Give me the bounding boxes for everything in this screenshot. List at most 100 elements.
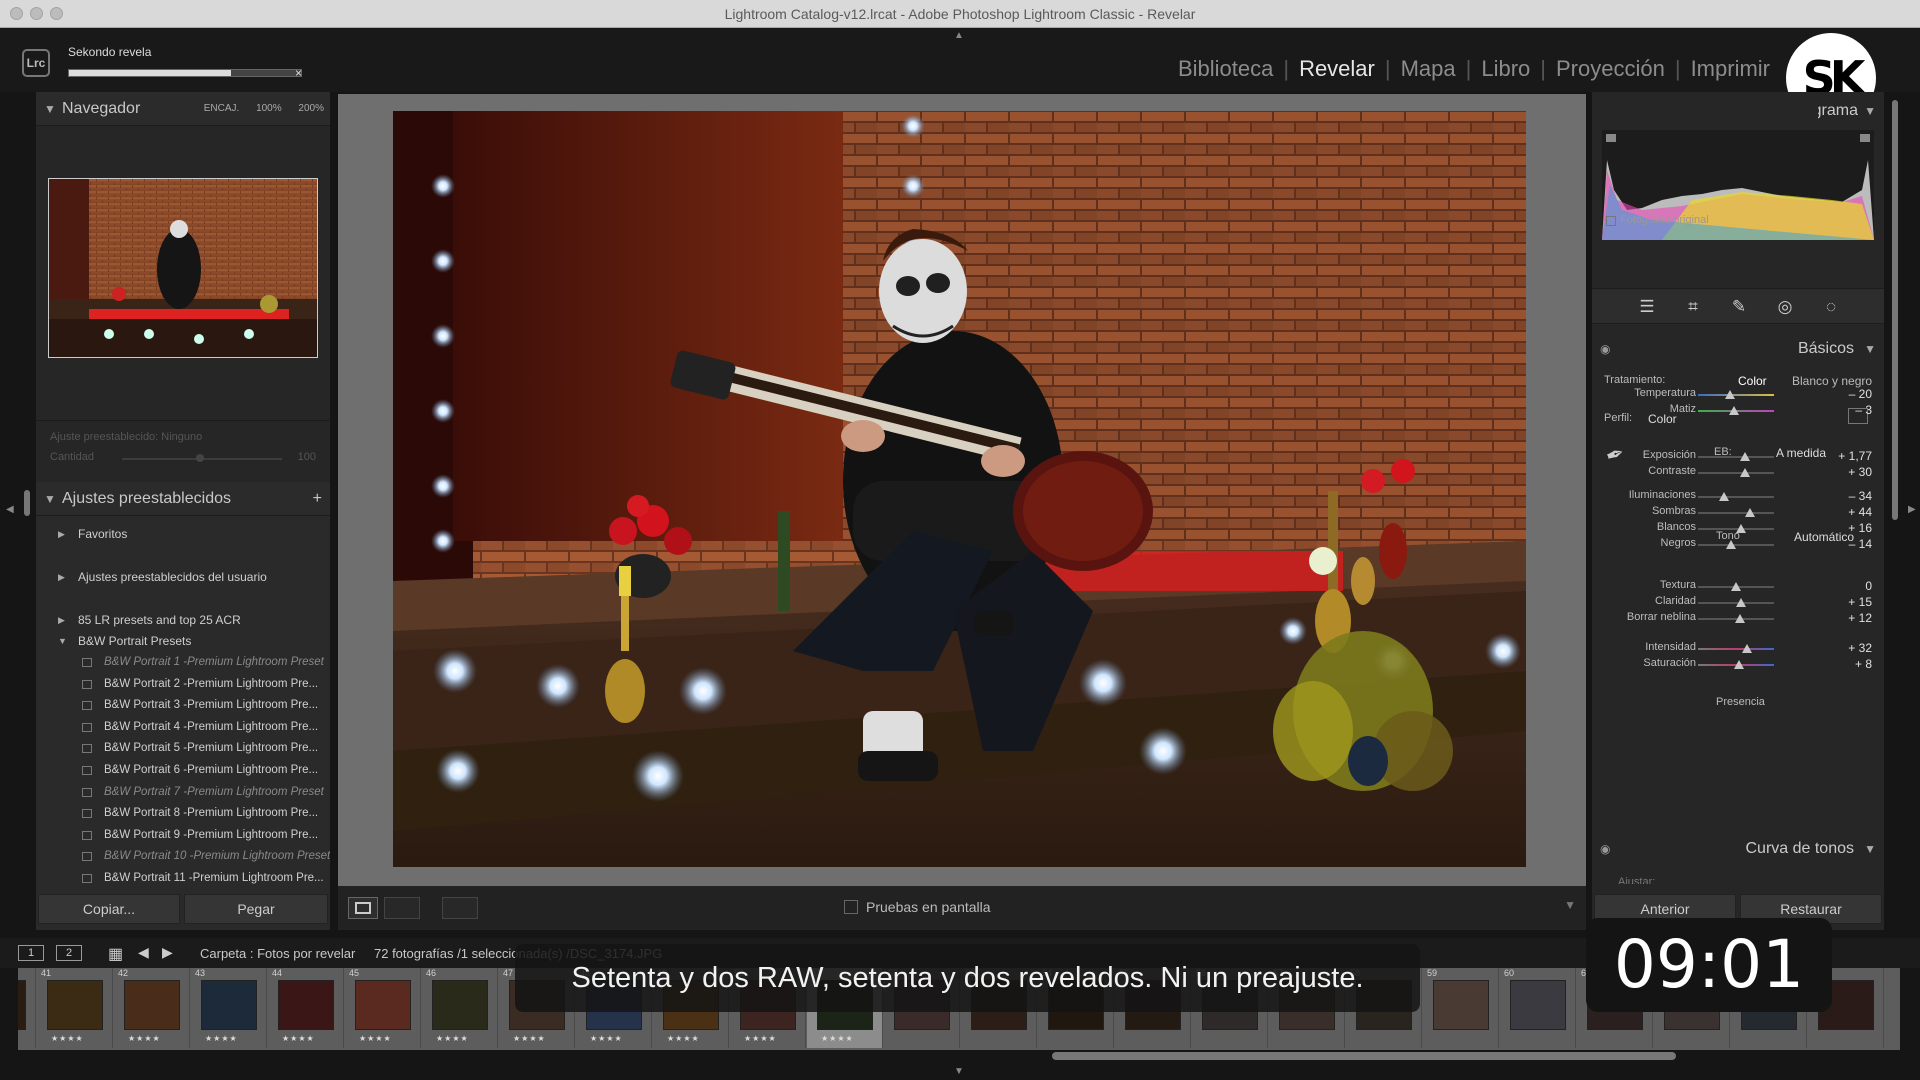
module-tab[interactable]: Imprimir (1681, 56, 1780, 82)
preset-item[interactable]: B&W Portrait 4 -Premium Lightroom Pre... (36, 717, 330, 739)
slider-value[interactable]: + 30 (1822, 465, 1872, 479)
slider-value[interactable]: + 12 (1822, 611, 1872, 625)
zoom-100-option[interactable]: 100% (256, 103, 282, 114)
slider-thumb[interactable] (1734, 614, 1745, 623)
filmstrip-cell[interactable]: 60 (1500, 968, 1576, 1048)
soft-proof-checkbox[interactable] (844, 900, 858, 914)
slider-thumb[interactable] (1726, 540, 1737, 549)
toolbar-menu-icon[interactable]: ▼ (1564, 898, 1576, 912)
slider-thumb[interactable] (1736, 524, 1747, 533)
filmstrip-cell[interactable]: 42 ★★★★ (114, 968, 190, 1048)
filmstrip-cell[interactable]: 41 ★★★★ (37, 968, 113, 1048)
collapse-triangle-icon[interactable]: ▼ (1864, 104, 1876, 118)
module-tab[interactable]: Mapa (1391, 56, 1466, 82)
slider-thumb[interactable] (1740, 452, 1751, 461)
slider-value[interactable]: – 14 (1822, 537, 1872, 551)
healing-icon[interactable]: ✎ (1728, 297, 1750, 317)
slider-value[interactable]: + 44 (1822, 505, 1872, 519)
paste-button[interactable]: Pegar (184, 894, 328, 924)
basics-header[interactable]: ◉ Básicos ▼ (1592, 336, 1884, 362)
eye-icon[interactable]: ◉ (1600, 336, 1610, 362)
module-tab[interactable]: Libro (1471, 56, 1540, 82)
filmstrip-thumbnail[interactable] (1510, 980, 1566, 1030)
navigator-header[interactable]: ▼ Navegador ENCAJ. 100% 200% (36, 92, 330, 126)
original-photo-checkbox[interactable] (1606, 216, 1616, 226)
wb-dropdown[interactable]: A medida (1776, 446, 1826, 460)
right-panel-toggle-icon[interactable]: ▶ (1908, 504, 1916, 515)
presets-header[interactable]: ▼ Ajustes preestablecidos + (36, 482, 330, 516)
loupe-view-button[interactable] (348, 897, 378, 919)
treatment-bw-option[interactable]: Blanco y negro (1792, 374, 1872, 388)
slider-value[interactable]: + 16 (1822, 521, 1872, 535)
slider-track[interactable] (1698, 648, 1774, 650)
filmstrip-thumbnail[interactable] (355, 980, 411, 1030)
slider-thumb[interactable] (1736, 598, 1747, 607)
slider-thumb[interactable] (1741, 644, 1752, 653)
tone-curve-header[interactable]: ◉ Curva de tonos ▼ (1592, 836, 1884, 862)
slider-value[interactable]: + 15 (1822, 595, 1872, 609)
zoom-200-option[interactable]: 200% (298, 103, 324, 114)
left-panel-toggle-icon[interactable]: ◀ (6, 504, 14, 515)
slider-thumb[interactable] (1740, 468, 1751, 477)
filmstrip-thumbnail[interactable] (201, 980, 257, 1030)
filmstrip-cell[interactable]: 59 (1423, 968, 1499, 1048)
before-after-split-button[interactable] (442, 897, 478, 919)
preset-item[interactable]: B&W Portrait 3 -Premium Lightroom Pre... (36, 695, 330, 717)
eye-icon[interactable]: ◉ (1600, 836, 1610, 862)
collapse-triangle-icon[interactable]: ▼ (1864, 336, 1876, 362)
preset-item[interactable]: B&W Portrait 8 -Premium Lightroom Pre... (36, 803, 330, 825)
slider-value[interactable]: – 3 (1822, 403, 1872, 417)
filmstrip-cell[interactable]: 45 ★★★★ (345, 968, 421, 1048)
slider-thumb[interactable] (1744, 508, 1755, 517)
preset-item[interactable]: B&W Portrait 5 -Premium Lightroom Pre... (36, 738, 330, 760)
collapse-triangle-icon[interactable]: ▼ (44, 482, 56, 516)
edit-sliders-icon[interactable]: ☰ (1636, 297, 1658, 317)
preset-group-bw-portrait[interactable]: ▼ B&W Portrait Presets (36, 631, 330, 652)
slider-value[interactable]: + 8 (1822, 657, 1872, 671)
top-panel-toggle-icon[interactable]: ▲ (954, 30, 964, 41)
filmstrip-thumbnail[interactable] (432, 980, 488, 1030)
filmstrip-cell[interactable]: 46 ★★★★ (422, 968, 498, 1048)
red-eye-icon[interactable]: ◎ (1774, 297, 1796, 317)
preset-item[interactable]: B&W Portrait 7 -Premium Lightroom Preset (36, 782, 330, 804)
amount-slider-thumb[interactable] (196, 454, 204, 462)
filmstrip-cell[interactable]: 43 ★★★★ (191, 968, 267, 1048)
main-window-button[interactable]: 1 (18, 945, 44, 961)
slider-track[interactable] (1698, 394, 1774, 396)
module-tab[interactable]: Biblioteca (1168, 56, 1283, 82)
before-after-button[interactable] (384, 897, 420, 919)
slider-thumb[interactable] (1734, 660, 1745, 669)
preset-item[interactable]: B&W Portrait 1 -Premium Lightroom Preset (36, 652, 330, 674)
masking-icon[interactable]: ◌ (1820, 297, 1842, 317)
left-panel-scrollbar[interactable] (24, 490, 30, 516)
slider-value[interactable]: + 1,77 (1822, 449, 1872, 463)
copy-button[interactable]: Copiar... (38, 894, 180, 924)
filmstrip-thumbnail[interactable] (47, 980, 103, 1030)
filmstrip-cell[interactable] (18, 968, 36, 1048)
filmstrip-thumbnail[interactable] (278, 980, 334, 1030)
preset-item[interactable]: B&W Portrait 6 -Premium Lightroom Pre... (36, 760, 330, 782)
preset-group-85lr[interactable]: ▶ 85 LR presets and top 25 ACR (36, 610, 330, 631)
preset-group-favorites[interactable]: ▶ Favoritos (36, 524, 330, 545)
main-photo[interactable] (393, 111, 1526, 867)
add-preset-icon[interactable]: + (313, 482, 322, 516)
back-arrow-icon[interactable]: ◀ (138, 944, 149, 961)
navigator-preview[interactable] (48, 178, 318, 358)
bottom-panel-toggle-icon[interactable]: ▼ (954, 1066, 964, 1077)
preset-item[interactable]: B&W Portrait 9 -Premium Lightroom Pre... (36, 825, 330, 847)
module-tab[interactable]: Proyección (1546, 56, 1675, 82)
slider-value[interactable]: – 20 (1822, 387, 1872, 401)
folder-path[interactable]: Carpeta : Fotos por revelar (200, 946, 355, 961)
preset-item[interactable]: B&W Portrait 11 -Premium Lightroom Pre..… (36, 868, 330, 890)
filmstrip-cell[interactable]: 44 ★★★★ (268, 968, 344, 1048)
slider-value[interactable]: 0 (1822, 579, 1872, 593)
slider-thumb[interactable] (1729, 406, 1740, 415)
slider-thumb[interactable] (1724, 390, 1735, 399)
zoom-fit-option[interactable]: ENCAJ. (204, 103, 240, 114)
filmstrip-scrollbar[interactable] (1052, 1052, 1676, 1060)
collapse-triangle-icon[interactable]: ▼ (1864, 836, 1876, 862)
preset-item[interactable]: B&W Portrait 2 -Premium Lightroom Pre... (36, 674, 330, 696)
slider-track[interactable] (1698, 512, 1774, 514)
preset-group-user[interactable]: ▶ Ajustes preestablecidos del usuario (36, 567, 330, 588)
filmstrip-thumbnail[interactable] (124, 980, 180, 1030)
